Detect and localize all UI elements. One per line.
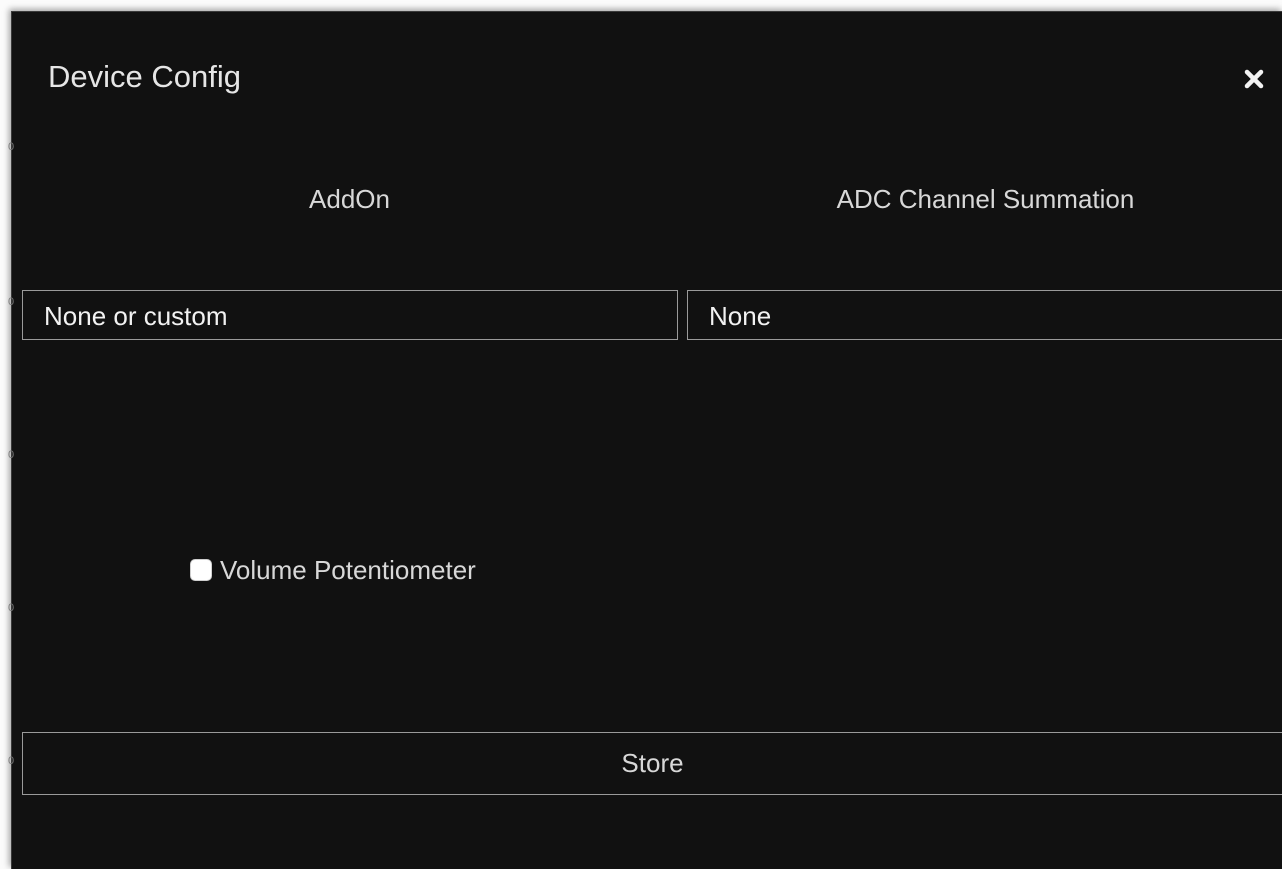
adc-channel-summation-select-value: None [709, 301, 772, 331]
background-edge-mark: 0 [8, 296, 14, 308]
background-edge-mark: 0 [8, 449, 14, 461]
close-icon [1239, 64, 1269, 94]
store-button[interactable]: Store [22, 732, 1282, 795]
volume-potentiometer-checkbox[interactable] [190, 559, 212, 581]
background-edge-mark: 0 [8, 755, 14, 767]
adc-channel-summation-label: ADC Channel Summation [836, 184, 1135, 214]
addon-select[interactable]: None or custom [22, 290, 678, 340]
device-config-dialog: 0 0 0 0 0 Device Config AddOn ADC Channe… [8, 11, 1282, 869]
volume-potentiometer-label: Volume Potentiometer [220, 555, 476, 585]
addon-select-value: None or custom [44, 301, 228, 331]
adc-channel-summation-select[interactable]: None [687, 290, 1282, 340]
background-edge-mark: 0 [8, 141, 14, 153]
volume-potentiometer-option[interactable]: Volume Potentiometer [190, 553, 476, 587]
dialog-title: Device Config [48, 59, 241, 94]
background-edge-mark: 0 [8, 602, 14, 614]
close-button[interactable] [1239, 64, 1269, 94]
addon-label: AddOn [309, 184, 390, 214]
